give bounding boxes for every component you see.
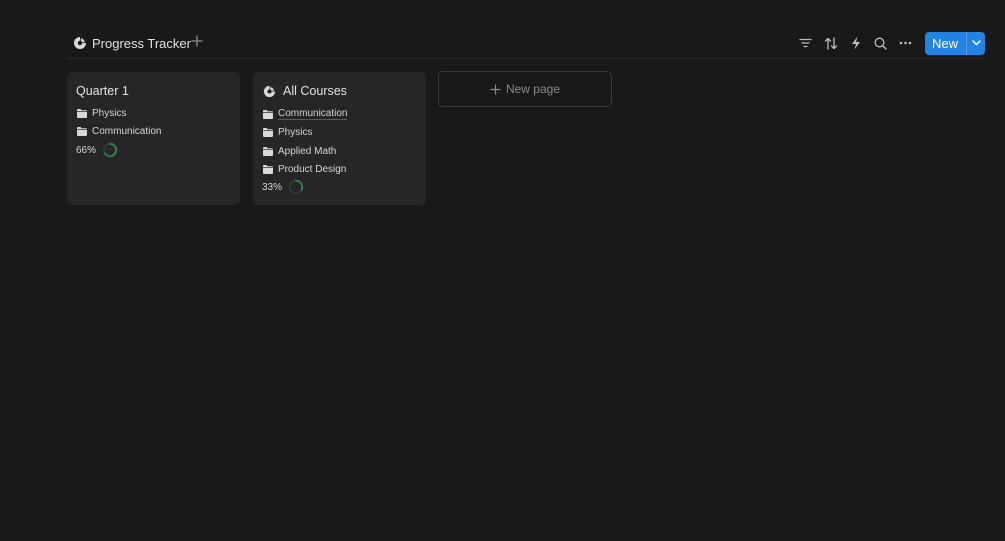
progress-ring-icon — [288, 179, 304, 195]
progress-label: 66% — [76, 144, 97, 156]
plus-icon — [490, 84, 501, 95]
folder-icon — [263, 128, 273, 138]
relation-list: Physics Communication — [77, 104, 161, 141]
filter-icon[interactable] — [798, 35, 814, 51]
progress-label: 33% — [262, 181, 283, 193]
sort-icon[interactable] — [823, 35, 839, 51]
progress-indicator: 66% — [76, 142, 118, 158]
board-view: Progress Tracker New Quarter 1 Physics C… — [0, 0, 1005, 541]
card-title-row: All Courses — [263, 84, 347, 98]
board-card-quarter-1[interactable]: Quarter 1 Physics Communication 66% — [67, 72, 240, 205]
automation-icon[interactable] — [848, 35, 864, 51]
progress-ring-icon — [102, 142, 118, 158]
new-dropdown-button[interactable] — [966, 31, 985, 55]
pie-chart-icon — [73, 36, 87, 50]
folder-icon — [263, 109, 273, 119]
new-page-label: New page — [505, 82, 561, 96]
relation-list: Communication Physics Applied Math Produ… — [263, 105, 348, 180]
relation-item[interactable]: Communication — [77, 123, 161, 142]
new-button-label[interactable]: New — [925, 32, 966, 55]
relation-item[interactable]: Product Design — [263, 161, 347, 180]
new-button[interactable]: New — [924, 31, 985, 55]
relation-label: Applied Math — [278, 145, 337, 157]
relation-item[interactable]: Applied Math — [263, 142, 347, 161]
card-title: Quarter 1 — [76, 84, 129, 98]
new-page-button[interactable]: New page — [438, 71, 612, 107]
card-title: All Courses — [283, 84, 347, 98]
progress-indicator: 33% — [262, 179, 304, 195]
board-card-all-courses[interactable]: All Courses Communication Physics Applie… — [253, 72, 426, 205]
relation-item[interactable]: Physics — [77, 104, 161, 123]
pie-chart-icon — [263, 85, 276, 98]
relation-item[interactable]: Communication — [263, 105, 348, 124]
chevron-down-icon — [971, 40, 981, 46]
folder-icon — [263, 165, 273, 175]
folder-icon — [77, 108, 87, 118]
search-icon[interactable] — [873, 35, 889, 51]
relation-label: Physics — [278, 127, 313, 139]
relation-label: Physics — [92, 107, 127, 119]
view-title: Progress Tracker — [92, 35, 191, 51]
more-icon[interactable] — [898, 35, 914, 51]
folder-icon — [263, 146, 273, 156]
relation-label[interactable]: Communication — [278, 108, 348, 121]
add-view-button[interactable] — [190, 34, 204, 48]
relation-label: Communication — [92, 126, 162, 138]
plus-icon — [191, 35, 203, 47]
relation-item[interactable]: Physics — [263, 124, 347, 143]
relation-label: Product Design — [278, 164, 347, 176]
folder-icon — [77, 127, 87, 137]
view-tab-progress-tracker[interactable]: Progress Tracker — [73, 32, 191, 54]
view-bar: Progress Tracker New — [67, 29, 985, 59]
view-toolbar: New — [798, 31, 985, 55]
